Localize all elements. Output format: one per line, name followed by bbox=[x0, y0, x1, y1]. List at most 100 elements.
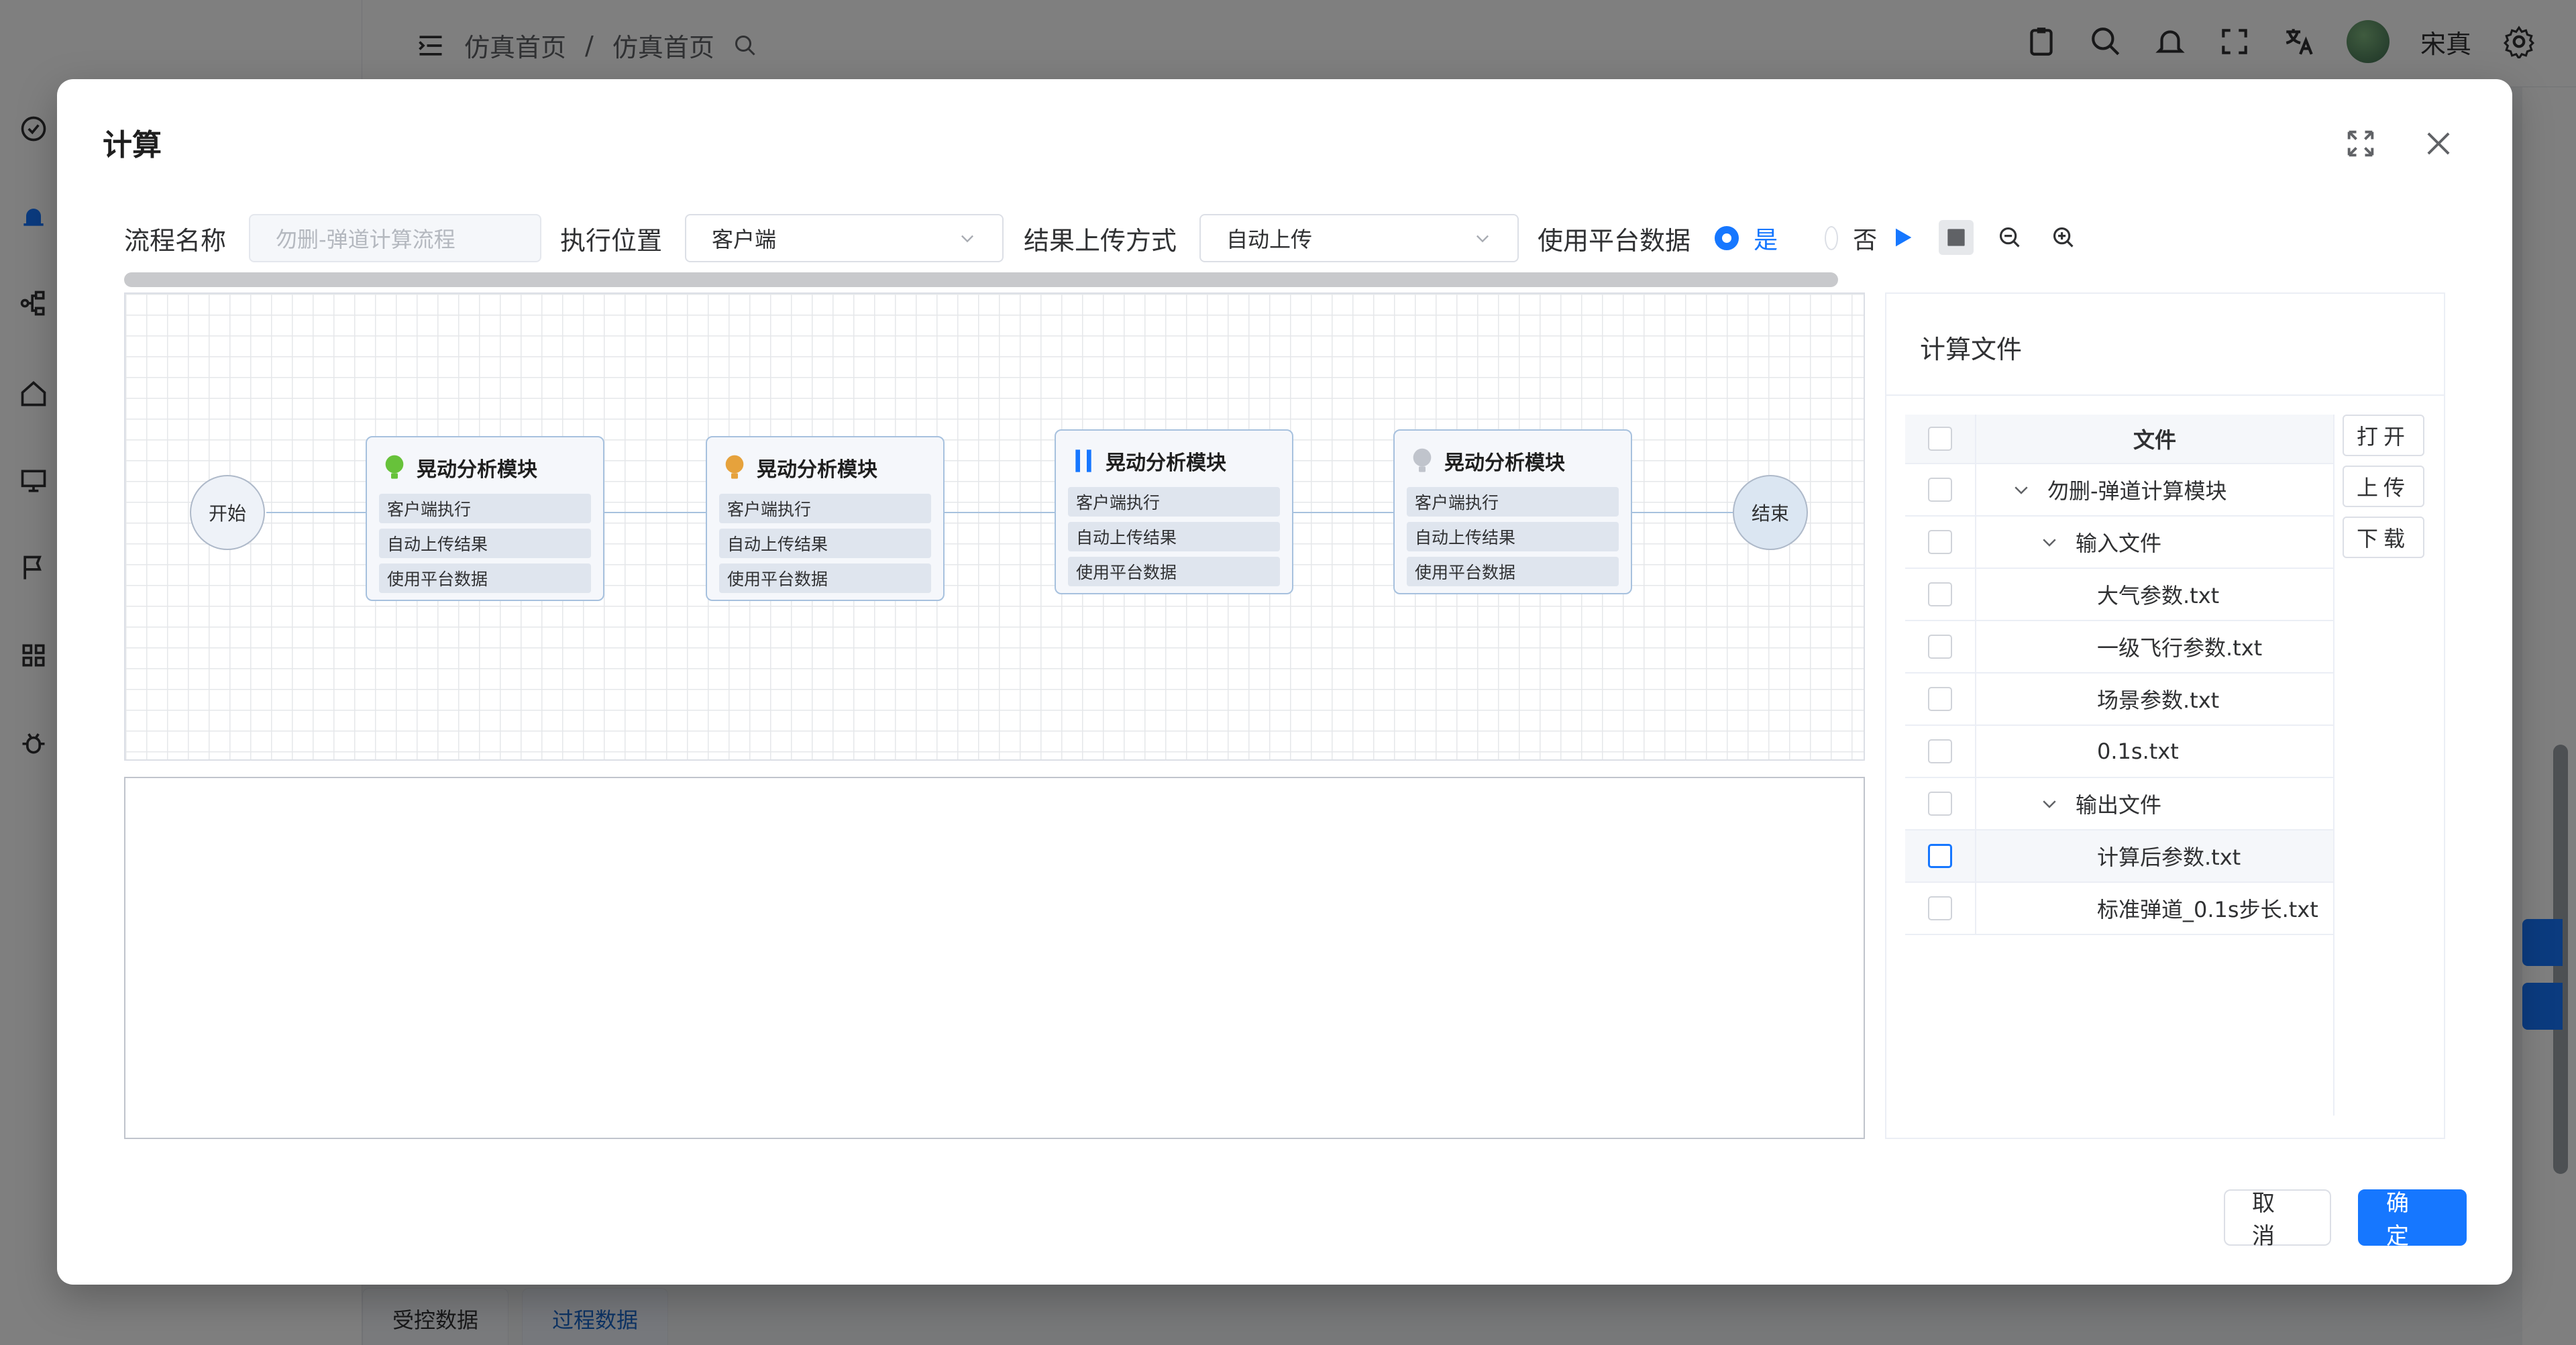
files-panel-title: 计算文件 bbox=[1920, 335, 2023, 364]
compute-dialog: 计算 流程名称 勿删-弹道计算流程 执行位置 客户端 结果上传方式 自动上传 使… bbox=[57, 79, 2512, 1285]
row-checkbox[interactable] bbox=[1928, 635, 1952, 659]
stop-icon bbox=[1947, 229, 1965, 246]
row-checkbox[interactable] bbox=[1928, 739, 1952, 763]
file-tree-table: 文件 勿删-弹道计算模块 输入文件 大气参数.txt 一级飞行参数.txt 场景… bbox=[1905, 415, 2334, 1116]
flow-node[interactable]: 晃动分析模块 客户端执行 自动上传结果 使用平台数据 bbox=[1393, 429, 1632, 594]
table-row[interactable]: 勿删-弹道计算模块 bbox=[1905, 464, 2333, 517]
node-row: 使用平台数据 bbox=[379, 563, 591, 593]
open-button[interactable]: 打开 bbox=[2343, 415, 2424, 456]
radio-yes-label[interactable]: 是 bbox=[1754, 221, 1778, 256]
expand-icon[interactable] bbox=[2343, 126, 2378, 161]
upload-button[interactable]: 上传 bbox=[2343, 466, 2424, 507]
dialog-title: 计算 bbox=[103, 128, 162, 162]
file-name: 大气参数.txt bbox=[2097, 583, 2220, 608]
select-all-checkbox[interactable] bbox=[1928, 427, 1952, 451]
node-title: 晃动分析模块 bbox=[417, 458, 537, 482]
node-row: 客户端执行 bbox=[379, 494, 591, 523]
row-checkbox[interactable] bbox=[1928, 792, 1952, 816]
node-title: 晃动分析模块 bbox=[1106, 451, 1226, 475]
node-title: 晃动分析模块 bbox=[757, 458, 877, 482]
node-row: 使用平台数据 bbox=[1407, 557, 1619, 586]
row-checkbox[interactable] bbox=[1928, 844, 1952, 868]
row-checkbox[interactable] bbox=[1928, 530, 1952, 554]
file-name: 场景参数.txt bbox=[2097, 688, 2220, 713]
zoom-out-icon bbox=[1999, 227, 2020, 248]
output-log-panel[interactable] bbox=[124, 777, 1865, 1139]
node-row: 自动上传结果 bbox=[1068, 522, 1280, 551]
orange-bulb-icon bbox=[725, 455, 744, 479]
file-actions: 打开 上传 下载 bbox=[2343, 415, 2424, 558]
stop-button[interactable] bbox=[1939, 220, 1974, 255]
row-checkbox[interactable] bbox=[1928, 687, 1952, 711]
confirm-button[interactable]: 确定 bbox=[2358, 1189, 2467, 1250]
exec-location-label: 执行位置 bbox=[560, 225, 663, 256]
end-node[interactable]: 结束 bbox=[1733, 475, 1808, 550]
start-node[interactable]: 开始 bbox=[190, 475, 265, 550]
flow-name-input: 勿删-弹道计算流程 bbox=[249, 214, 542, 262]
node-row: 使用平台数据 bbox=[719, 563, 931, 593]
gray-bulb-icon bbox=[1413, 448, 1432, 472]
table-row[interactable]: 输入文件 bbox=[1905, 517, 2333, 569]
node-row: 自动上传结果 bbox=[1407, 522, 1619, 551]
flow-node[interactable]: 晃动分析模块 客户端执行 自动上传结果 使用平台数据 bbox=[366, 436, 604, 601]
row-checkbox[interactable] bbox=[1928, 896, 1952, 920]
flow-node[interactable]: 晃动分析模块 客户端执行 自动上传结果 使用平台数据 bbox=[1055, 429, 1293, 594]
radio-yes-dot[interactable] bbox=[1715, 226, 1739, 250]
cancel-button[interactable]: 取消 bbox=[2224, 1189, 2331, 1250]
green-bulb-icon bbox=[385, 455, 404, 479]
table-row[interactable]: 输出文件 bbox=[1905, 778, 2333, 830]
file-name: 输入文件 bbox=[2076, 531, 2162, 556]
upload-mode-select[interactable]: 自动上传 bbox=[1199, 214, 1519, 262]
flow-node[interactable]: 晃动分析模块 客户端执行 自动上传结果 使用平台数据 bbox=[706, 436, 945, 601]
file-column-header: 文件 bbox=[2133, 427, 2176, 453]
upload-mode-value: 自动上传 bbox=[1226, 227, 1313, 252]
close-icon[interactable] bbox=[2421, 126, 2456, 161]
node-row: 自动上传结果 bbox=[719, 529, 931, 558]
upload-mode-label: 结果上传方式 bbox=[1024, 225, 1177, 256]
file-name: 0.1s.txt bbox=[2097, 739, 2179, 764]
table-row[interactable]: 计算后参数.txt bbox=[1905, 830, 2333, 883]
exec-location-value: 客户端 bbox=[712, 227, 777, 252]
radio-no-label[interactable]: 否 bbox=[1853, 221, 1877, 256]
node-row: 客户端执行 bbox=[1068, 487, 1280, 517]
file-name: 标准弹道_0.1s步长.txt bbox=[2097, 897, 2318, 922]
zoom-in-button[interactable] bbox=[2046, 220, 2081, 255]
zoom-out-button[interactable] bbox=[1992, 220, 2027, 255]
file-name: 计算后参数.txt bbox=[2097, 845, 2241, 870]
flow-toolbar bbox=[1885, 220, 2081, 255]
compute-files-panel: 计算文件 文件 勿删-弹道计算模块 输入文件 大气参数.txt 一级飞行参数.t… bbox=[1885, 292, 2445, 1139]
chevron-down-icon bbox=[1477, 235, 1489, 243]
pause-icon bbox=[1075, 449, 1091, 472]
flow-name-label: 流程名称 bbox=[124, 225, 227, 256]
file-name: 一级飞行参数.txt bbox=[2097, 635, 2263, 661]
node-row: 客户端执行 bbox=[719, 494, 931, 523]
chevron-down-icon bbox=[961, 235, 974, 243]
zoom-in-icon bbox=[2053, 227, 2074, 248]
flow-canvas[interactable]: 开始 晃动分析模块 客户端执行 自动上传结果 使用平台数据 晃动分析模块 客户端… bbox=[124, 292, 1865, 761]
node-row: 使用平台数据 bbox=[1068, 557, 1280, 586]
divider bbox=[1886, 394, 2444, 396]
use-platform-label: 使用平台数据 bbox=[1538, 225, 1691, 256]
run-button[interactable] bbox=[1885, 220, 1920, 255]
play-icon bbox=[1896, 228, 1912, 247]
radio-yes[interactable]: 是 bbox=[1715, 221, 1778, 256]
radio-no[interactable]: 否 bbox=[1825, 221, 1877, 256]
chevron-down-icon[interactable] bbox=[2039, 532, 2059, 552]
table-row[interactable]: 场景参数.txt bbox=[1905, 674, 2333, 726]
chevron-down-icon[interactable] bbox=[2039, 794, 2059, 814]
table-row[interactable]: 0.1s.txt bbox=[1905, 726, 2333, 778]
download-button[interactable]: 下载 bbox=[2343, 517, 2424, 558]
table-row[interactable]: 标准弹道_0.1s步长.txt bbox=[1905, 883, 2333, 935]
node-title: 晃动分析模块 bbox=[1444, 451, 1565, 475]
radio-no-dot[interactable] bbox=[1825, 226, 1839, 250]
file-name: 输出文件 bbox=[2076, 792, 2162, 818]
chevron-down-icon[interactable] bbox=[2011, 480, 2031, 500]
row-checkbox[interactable] bbox=[1928, 582, 1952, 606]
table-row[interactable]: 一级飞行参数.txt bbox=[1905, 621, 2333, 674]
dialog-footer: 取消 确定 bbox=[2224, 1189, 2467, 1250]
flow-form: 流程名称 勿删-弹道计算流程 执行位置 客户端 结果上传方式 自动上传 使用平台… bbox=[124, 213, 1877, 263]
canvas-horizontal-scrollbar[interactable] bbox=[124, 272, 1838, 287]
exec-location-select[interactable]: 客户端 bbox=[685, 214, 1004, 262]
row-checkbox[interactable] bbox=[1928, 478, 1952, 502]
table-row[interactable]: 大气参数.txt bbox=[1905, 569, 2333, 621]
